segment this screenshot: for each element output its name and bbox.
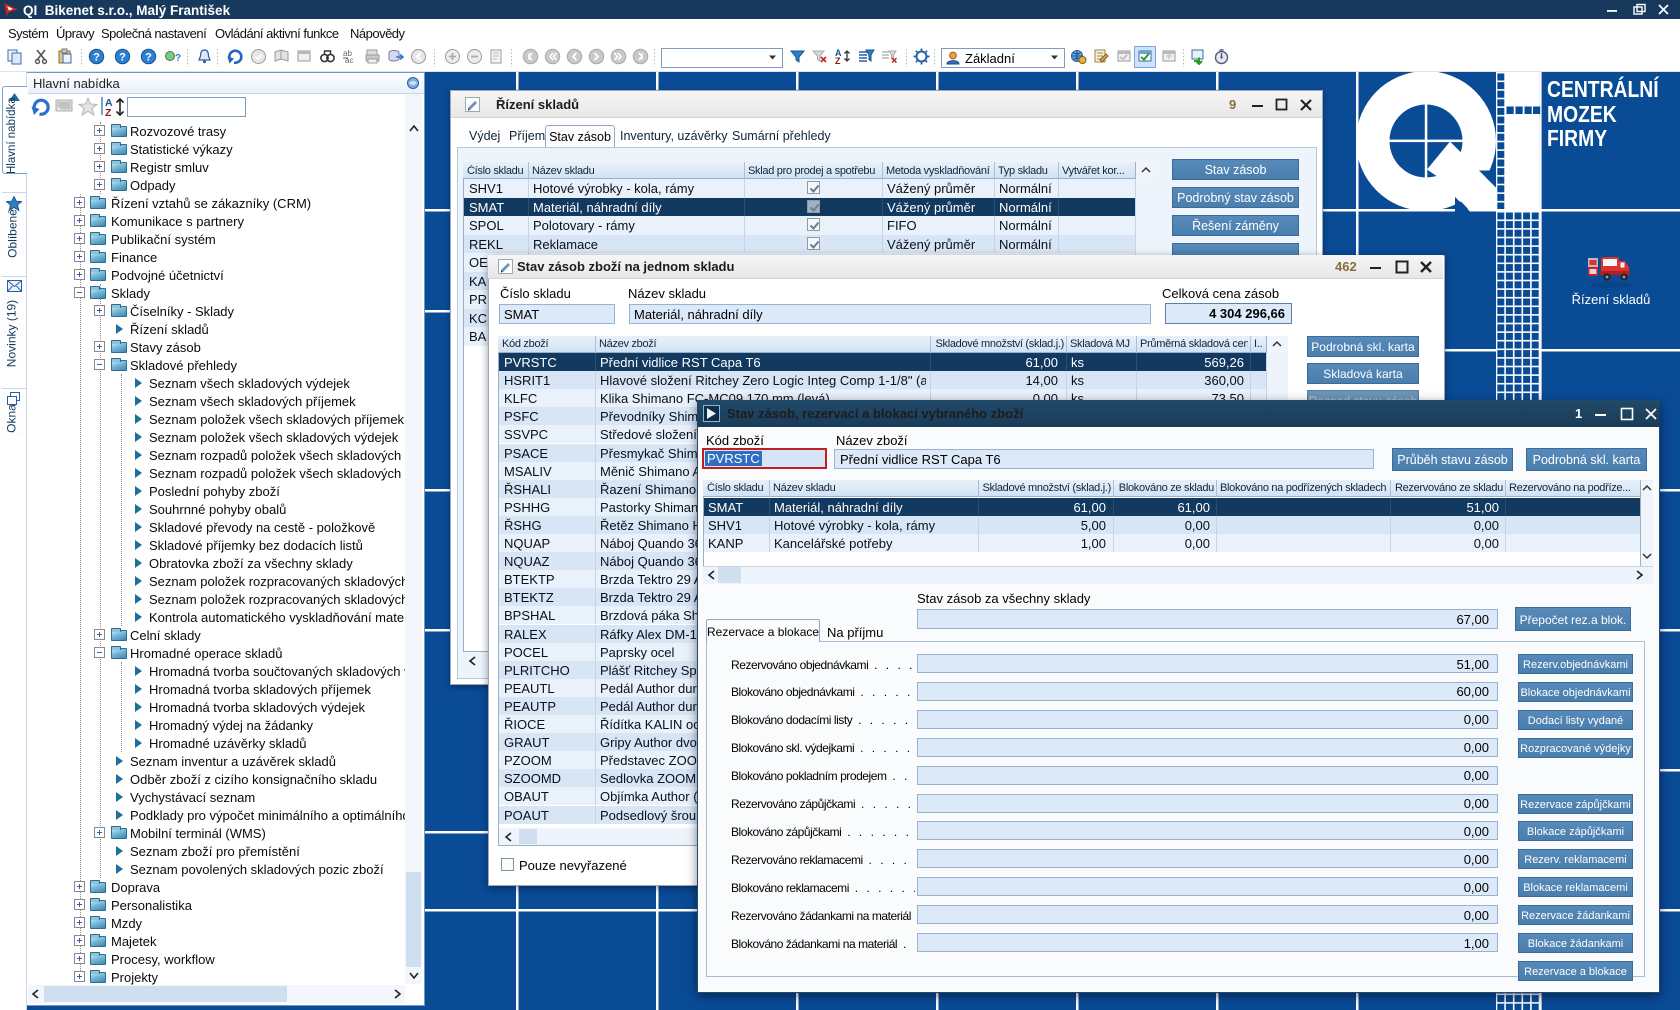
svg-text:?: ? [175,53,181,64]
svg-text:?: ? [145,52,152,64]
svg-text:ac: ac [345,56,353,65]
svg-text:?: ? [119,52,126,64]
svg-text:Z: Z [835,56,841,65]
svg-text:?: ? [93,52,100,64]
